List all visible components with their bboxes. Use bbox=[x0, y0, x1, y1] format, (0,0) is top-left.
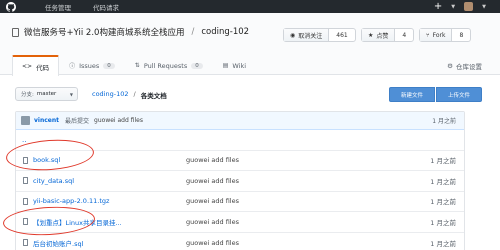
gear-icon: ⚙ bbox=[447, 62, 453, 70]
file-icon bbox=[23, 197, 28, 205]
book-icon: ▤ bbox=[222, 62, 229, 69]
fork-button[interactable]: ⑂ Fork bbox=[420, 29, 452, 41]
upload-file-button[interactable]: 上传文件 bbox=[436, 87, 482, 102]
parent-directory-row[interactable]: .. bbox=[16, 130, 464, 151]
file-actions: 新建文件 上传文件 bbox=[389, 87, 482, 102]
tab-pull-requests[interactable]: ⇅ Pull Requests 0 bbox=[125, 55, 213, 75]
latest-commit-label: 最后提交 bbox=[65, 118, 90, 125]
file-age: 1 月之前 bbox=[430, 177, 456, 186]
file-commit-message[interactable]: guowei add files bbox=[186, 177, 239, 185]
file-icon bbox=[23, 177, 28, 185]
branch-select-button[interactable]: 分支: master ▼ bbox=[15, 87, 78, 101]
star-label: 点赞 bbox=[376, 32, 389, 40]
file-name-link[interactable]: city_data.sql bbox=[33, 177, 168, 185]
issues-count-badge: 0 bbox=[103, 62, 115, 69]
file-icon bbox=[23, 218, 28, 226]
star-icon: ★ bbox=[368, 31, 374, 39]
settings-label: 仓库设置 bbox=[456, 63, 482, 71]
watchers-count[interactable]: 461 bbox=[328, 29, 354, 41]
repo-header: 微信服务号+Yii 2.0构建商城系统全栈应用 / coding-102 ◉ 取… bbox=[0, 13, 500, 76]
file-commit-message[interactable]: guowei add files bbox=[186, 239, 239, 247]
pull-request-icon: ⇅ bbox=[134, 62, 140, 69]
pull-requests-count-badge: 0 bbox=[191, 62, 203, 69]
file-age: 1 月之前 bbox=[430, 218, 456, 227]
unwatch-group: ◉ 取消关注 461 bbox=[283, 28, 356, 42]
file-age: 1 月之前 bbox=[430, 239, 456, 248]
tab-pull-requests-label: Pull Requests bbox=[143, 61, 188, 70]
unwatch-button[interactable]: ◉ 取消关注 bbox=[284, 29, 329, 41]
file-name-link[interactable]: 后台初始账户.sql bbox=[33, 238, 168, 248]
file-row: 【划重点】Linux共享目录挂... guowei add files 1 月之… bbox=[16, 212, 464, 233]
committer-avatar[interactable] bbox=[21, 116, 30, 125]
repo-name-link[interactable]: coding-102 bbox=[201, 27, 249, 37]
octocat-logo-icon[interactable] bbox=[4, 0, 17, 13]
chevron-down-icon[interactable]: ▼ bbox=[451, 4, 455, 10]
file-commit-message[interactable]: guowei add files bbox=[186, 156, 239, 164]
fork-label: Fork bbox=[432, 31, 446, 39]
eye-icon: ◉ bbox=[290, 31, 296, 39]
top-nav-bar: 任务管理 代码请求 + ▼ ▼ bbox=[0, 0, 500, 13]
committer-name[interactable]: vincent bbox=[34, 117, 59, 124]
file-row: book.sql guowei add files 1 月之前 bbox=[16, 151, 464, 171]
unwatch-label: 取消关注 bbox=[298, 32, 323, 40]
file-commit-message[interactable]: guowei add files bbox=[186, 197, 239, 205]
latest-commit-message[interactable]: guowei add files bbox=[94, 117, 143, 124]
file-icon bbox=[23, 239, 28, 247]
file-icon bbox=[23, 156, 28, 164]
tab-code[interactable]: <> 代码 bbox=[12, 55, 60, 76]
chevron-down-icon: ▼ bbox=[69, 91, 73, 97]
file-list: vincent 最后提交 guowei add files 1 月之前 .. b… bbox=[15, 111, 465, 250]
repo-tabs: <> 代码 ⓘ Issues 0 ⇅ Pull Requests 0 ▤ Wik… bbox=[12, 55, 256, 76]
chevron-down-icon[interactable]: ▼ bbox=[482, 4, 486, 10]
file-name-link[interactable]: 【划重点】Linux共享目录挂... bbox=[33, 217, 168, 227]
file-name-link[interactable]: yii-basic-app-2.0.11.tgz bbox=[33, 197, 168, 205]
file-row: city_data.sql guowei add files 1 月之前 bbox=[16, 171, 464, 192]
star-button[interactable]: ★ 点赞 bbox=[362, 29, 395, 41]
code-icon: <> bbox=[22, 63, 33, 70]
nav-code-requests[interactable]: 代码请求 bbox=[93, 2, 119, 12]
tab-issues[interactable]: ⓘ Issues 0 bbox=[59, 55, 125, 75]
latest-commit-age: 1 月之前 bbox=[432, 118, 456, 125]
branch-prefix-label: 分支: bbox=[21, 92, 34, 98]
repo-owner-link[interactable]: 微信服务号+Yii 2.0构建商城系统全栈应用 bbox=[24, 26, 184, 38]
breadcrumb: coding-102 / 各类文档 bbox=[92, 90, 167, 100]
file-row: 后台初始账户.sql guowei add files 1 月之前 bbox=[16, 233, 464, 250]
forks-count[interactable]: 8 bbox=[451, 29, 470, 41]
repo-icon bbox=[12, 27, 19, 37]
issue-icon: ⓘ bbox=[69, 63, 76, 70]
breadcrumb-repo-link[interactable]: coding-102 bbox=[92, 90, 128, 100]
new-file-button[interactable]: 新建文件 bbox=[389, 87, 435, 102]
nav-task-management[interactable]: 任务管理 bbox=[45, 2, 71, 12]
create-new-icon[interactable]: + bbox=[434, 1, 442, 12]
breadcrumb-separator: / bbox=[133, 90, 136, 98]
file-commit-message[interactable]: guowei add files bbox=[186, 218, 239, 226]
title-separator: / bbox=[191, 27, 195, 37]
file-row: yii-basic-app-2.0.11.tgz guowei add file… bbox=[16, 192, 464, 212]
tab-wiki-label: Wiki bbox=[232, 61, 247, 70]
repo-title: 微信服务号+Yii 2.0构建商城系统全栈应用 / coding-102 bbox=[12, 26, 249, 38]
tab-issues-label: Issues bbox=[79, 61, 100, 70]
fork-group: ⑂ Fork 8 bbox=[419, 28, 472, 42]
repo-settings-link[interactable]: ⚙ 仓库设置 bbox=[447, 61, 482, 71]
fork-icon: ⑂ bbox=[426, 31, 430, 39]
parent-directory-link[interactable]: .. bbox=[22, 136, 26, 144]
stars-count[interactable]: 4 bbox=[394, 29, 413, 41]
tab-wiki[interactable]: ▤ Wiki bbox=[213, 55, 256, 75]
user-avatar[interactable] bbox=[464, 2, 474, 11]
tab-code-label: 代码 bbox=[36, 63, 50, 72]
latest-commit-bar: vincent 最后提交 guowei add files 1 月之前 bbox=[16, 112, 464, 130]
file-age: 1 月之前 bbox=[430, 198, 456, 207]
file-age: 1 月之前 bbox=[430, 157, 456, 166]
breadcrumb-current-folder: 各类文档 bbox=[140, 92, 167, 100]
file-name-link[interactable]: book.sql bbox=[33, 156, 168, 164]
branch-name: master bbox=[36, 91, 57, 97]
star-group: ★ 点赞 4 bbox=[361, 28, 415, 42]
